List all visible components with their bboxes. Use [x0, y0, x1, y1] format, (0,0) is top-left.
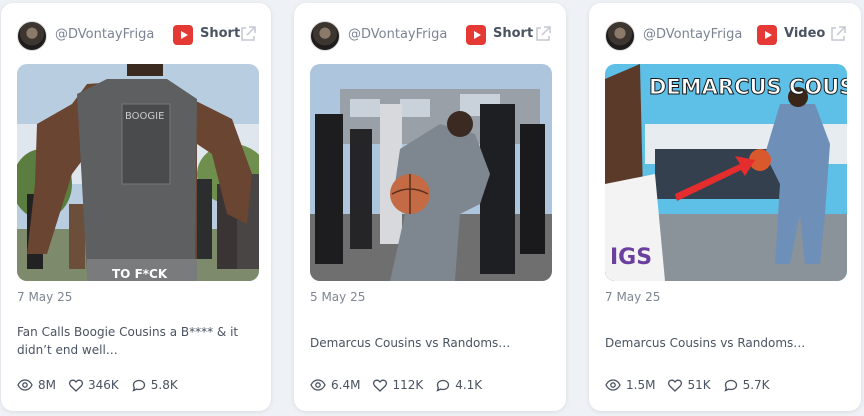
post-type-label: Short: [200, 26, 241, 41]
youtube-icon: [757, 25, 777, 45]
external-link-icon[interactable]: [239, 25, 257, 43]
post-type-label: Video: [784, 26, 826, 41]
comment-icon: [723, 379, 737, 392]
comments-stat: 5.8K: [132, 378, 178, 392]
external-link-icon[interactable]: [534, 25, 552, 43]
heart-icon: [668, 379, 683, 392]
video-thumbnail[interactable]: IGS DEMARCUS COUSINS 3: [605, 64, 847, 281]
post-card[interactable]: @DVontayFriga Short BOOGIE TO F*CK 7 May…: [1, 3, 271, 411]
views-count: 8M: [38, 378, 56, 392]
svg-text:TO F*CK: TO F*CK: [112, 267, 168, 281]
video-thumbnail[interactable]: BOOGIE TO F*CK: [17, 64, 259, 281]
post-title[interactable]: Demarcus Cousins vs Randoms…: [310, 334, 542, 352]
channel-handle[interactable]: @DVontayFriga: [643, 27, 742, 42]
comments-stat: 4.1K: [436, 378, 482, 392]
eye-icon: [17, 379, 33, 391]
post-date: 7 May 25: [17, 290, 73, 304]
post-card[interactable]: @DVontayFriga Short 5 May 25 Demarcus Co…: [294, 3, 566, 411]
video-thumbnail[interactable]: [310, 64, 552, 281]
post-date: 5 May 25: [310, 290, 366, 304]
post-type-label: Short: [493, 26, 534, 41]
post-stats: 8M 346K 5.8K: [17, 378, 191, 392]
post-date: 7 May 25: [605, 290, 661, 304]
eye-icon: [310, 379, 326, 391]
comments-count: 4.1K: [455, 378, 483, 392]
svg-text:BOOGIE: BOOGIE: [125, 111, 164, 122]
views-stat: 1.5M: [605, 378, 655, 392]
post-stats: 6.4M 112K 4.1K: [310, 378, 495, 392]
heart-icon: [373, 379, 388, 392]
likes-count: 346K: [88, 378, 119, 392]
card-header: @DVontayFriga Video: [605, 19, 847, 53]
youtube-icon: [466, 25, 486, 45]
comment-icon: [436, 379, 450, 392]
heart-icon: [69, 379, 83, 392]
likes-stat: 346K: [69, 378, 119, 392]
post-card[interactable]: @DVontayFriga Video IGS DEMARCUS COUSINS…: [589, 3, 861, 411]
post-title[interactable]: Fan Calls Boogie Cousins a B**** & it di…: [17, 323, 249, 359]
likes-count: 51K: [687, 378, 711, 392]
views-count: 6.4M: [331, 378, 361, 392]
card-header: @DVontayFriga Short: [17, 19, 257, 53]
avatar[interactable]: [310, 21, 340, 51]
youtube-icon: [173, 25, 193, 45]
comments-count: 5.8K: [150, 378, 178, 392]
external-link-icon[interactable]: [829, 25, 847, 43]
likes-stat: 112K: [373, 378, 423, 392]
channel-handle[interactable]: @DVontayFriga: [348, 27, 447, 42]
comment-icon: [132, 379, 145, 392]
post-stats: 1.5M 51K 5.7K: [605, 378, 783, 392]
post-title[interactable]: Demarcus Cousins vs Randoms…: [605, 334, 837, 352]
comments-stat: 5.7K: [723, 378, 770, 392]
views-stat: 8M: [17, 378, 56, 392]
avatar[interactable]: [17, 21, 47, 51]
avatar[interactable]: [605, 21, 635, 51]
comments-count: 5.7K: [742, 378, 770, 392]
thumbnail-title-text: DEMARCUS COUSINS 3: [649, 75, 847, 99]
svg-text:IGS: IGS: [610, 245, 652, 270]
channel-handle[interactable]: @DVontayFriga: [55, 27, 154, 42]
views-stat: 6.4M: [310, 378, 360, 392]
eye-icon: [605, 379, 621, 391]
likes-stat: 51K: [668, 378, 711, 392]
likes-count: 112K: [392, 378, 424, 392]
card-header: @DVontayFriga Short: [310, 19, 552, 53]
views-count: 1.5M: [626, 378, 656, 392]
